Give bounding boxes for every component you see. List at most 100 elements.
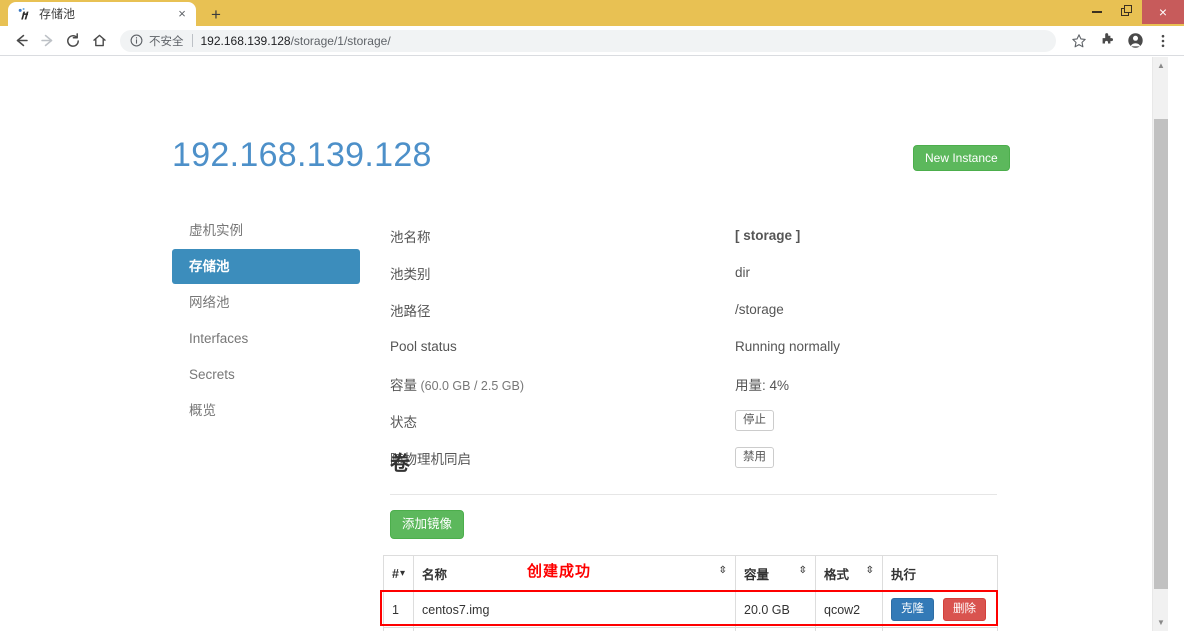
browser-menu-icon[interactable] <box>1150 28 1176 54</box>
detail-value-state: 停止 <box>735 409 998 432</box>
browser-tab[interactable]: 存储池 × <box>8 2 196 26</box>
column-header-number-label: # <box>392 566 399 581</box>
detail-row-pool-path: 池路径 /storage <box>390 291 998 328</box>
scroll-down-icon[interactable]: ▼ <box>1153 614 1169 631</box>
table-row: 2 CentOS-7-x86_64-Minimal-1908.iso 942.0… <box>383 627 998 631</box>
close-icon[interactable]: × <box>174 6 190 22</box>
table-header-row: # ▾ 名称 ⇳ 容量 ⇳ 格式 ⇳ 执行 <box>383 555 998 592</box>
sidebar-item-interfaces[interactable]: Interfaces <box>172 321 360 356</box>
detail-label: 池类别 <box>390 266 431 282</box>
column-header-number[interactable]: # ▾ <box>383 555 414 592</box>
close-window-button[interactable]: × <box>1142 0 1184 24</box>
page-content: 192.168.139.128 New Instance 虚机实例 存储池 网络… <box>0 57 1168 631</box>
tab-title: 存储池 <box>39 7 76 21</box>
column-header-capacity[interactable]: 容量 ⇳ <box>735 555 816 592</box>
column-header-actions: 执行 <box>882 555 998 592</box>
detail-row-pool-type: 池类别 dir <box>390 254 998 291</box>
capacity-label: 容量 <box>390 377 417 393</box>
minimize-button[interactable] <box>1082 0 1112 24</box>
sidebar-item-secrets[interactable]: Secrets <box>172 357 360 392</box>
back-icon[interactable] <box>8 28 34 54</box>
cell-number: 1 <box>383 591 414 628</box>
detail-label: 随物理机同启 <box>390 451 471 467</box>
browser-window: 存储池 × + × 不安全 192.168.139.128/storage/1/… <box>0 0 1184 631</box>
info-icon[interactable] <box>130 34 143 47</box>
url-path: /storage/1/storage/ <box>290 33 391 48</box>
column-header-format-label: 格式 <box>824 568 850 582</box>
scroll-up-icon[interactable]: ▲ <box>1153 57 1169 74</box>
detail-label: 容量 (60.0 GB / 2.5 GB) <box>390 374 735 394</box>
profile-icon[interactable] <box>1122 28 1148 54</box>
scrollbar-thumb[interactable] <box>1154 119 1168 589</box>
new-tab-button[interactable]: + <box>203 4 229 26</box>
cell-capacity: 942.0 MB <box>735 627 816 631</box>
volumes-divider <box>390 494 997 495</box>
sidebar-nav: 虚机实例 存储池 网络池 Interfaces Secrets 概览 <box>172 213 360 429</box>
sidebar-item-instances[interactable]: 虚机实例 <box>172 213 360 248</box>
detail-row-state: 状态 停止 <box>390 402 998 439</box>
app-favicon <box>17 7 32 22</box>
cell-format: iso <box>815 627 883 631</box>
chevron-down-icon: ▾ <box>399 567 405 579</box>
detail-value-pool-path: /storage <box>735 302 784 317</box>
omnibox-divider <box>191 34 193 47</box>
pool-details: 池名称 [ storage ] 池类别 dir 池路径 /storage Poo… <box>390 217 998 476</box>
volumes-table: # ▾ 名称 ⇳ 容量 ⇳ 格式 ⇳ 执行 1 centos7.img 20.0 GB … <box>383 555 998 631</box>
detail-value-usage: 用量: 4% <box>735 377 790 393</box>
table-row: 1 centos7.img 20.0 GB qcow2 克隆 删除 <box>383 591 998 628</box>
delete-volume-button[interactable]: 删除 <box>943 597 986 622</box>
annotation-success-text: 创建成功 <box>527 563 592 580</box>
restore-button[interactable] <box>1112 0 1142 24</box>
detail-label: 池名称 <box>390 229 431 245</box>
close-window-icon: × <box>1158 4 1168 20</box>
new-instance-button[interactable]: New Instance <box>913 145 1010 171</box>
column-header-actions-label: 执行 <box>891 568 917 582</box>
add-image-button[interactable]: 添加镜像 <box>390 510 465 539</box>
column-header-capacity-label: 容量 <box>744 568 770 582</box>
cell-actions: 克隆删除 <box>882 591 998 628</box>
cell-capacity: 20.0 GB <box>735 591 816 628</box>
detail-value-pool-name: [ storage ] <box>735 228 801 243</box>
url-host: 192.168.139.128 <box>200 33 291 48</box>
detail-label: 状态 <box>390 414 417 430</box>
puzzle-icon[interactable] <box>1094 28 1120 54</box>
detail-value-autostart: 禁用 <box>735 446 998 469</box>
url-text: 192.168.139.128/storage/1/storage/ <box>201 34 391 48</box>
cell-number: 2 <box>383 627 414 631</box>
window-controls: × <box>1082 0 1184 24</box>
home-icon[interactable] <box>86 28 112 54</box>
disable-autostart-button[interactable]: 禁用 <box>735 446 774 469</box>
detail-row-autostart: 随物理机同启 禁用 <box>390 439 998 476</box>
bookmark-star-icon[interactable] <box>1066 28 1092 54</box>
tab-strip: 存储池 × + × <box>0 0 1184 26</box>
cell-volume-name: CentOS-7-x86_64-Minimal-1908.iso <box>413 627 736 631</box>
sort-icon: ⇳ <box>865 565 874 576</box>
detail-row-pool-name: 池名称 [ storage ] <box>390 217 998 254</box>
capacity-sublabel: (60.0 GB / 2.5 GB) <box>417 378 524 393</box>
cell-format: qcow2 <box>815 591 883 628</box>
column-header-name-label: 名称 <box>422 568 448 582</box>
sort-icon: ⇳ <box>718 565 727 576</box>
detail-label: 池路径 <box>390 303 431 319</box>
reload-icon[interactable] <box>60 28 86 54</box>
volumes-heading: 卷 <box>390 453 410 475</box>
browser-toolbar: 不安全 192.168.139.128/storage/1/storage/ <box>0 26 1184 56</box>
volumes-table-head: # ▾ 名称 ⇳ 容量 ⇳ 格式 ⇳ 执行 <box>383 555 998 592</box>
address-bar[interactable]: 不安全 192.168.139.128/storage/1/storage/ <box>120 29 1056 52</box>
cell-actions: 克隆删除 <box>882 627 998 631</box>
column-header-format[interactable]: 格式 ⇳ <box>815 555 883 592</box>
stop-pool-button[interactable]: 停止 <box>735 409 774 432</box>
page-title: 192.168.139.128 <box>172 136 432 174</box>
detail-value-pool-status: Running normally <box>735 339 841 354</box>
sidebar-item-overview[interactable]: 概览 <box>172 393 360 428</box>
sidebar-item-storage-pools[interactable]: 存储池 <box>172 249 360 284</box>
clone-volume-button[interactable]: 克隆 <box>891 597 934 622</box>
page-scrollbar[interactable]: ▲ ▼ <box>1152 57 1168 631</box>
security-warning-label: 不安全 <box>149 35 184 48</box>
page-header <box>0 57 1168 139</box>
detail-row-capacity: 容量 (60.0 GB / 2.5 GB) 用量: 4% <box>390 365 998 402</box>
page-viewport: 192.168.139.128 New Instance 虚机实例 存储池 网络… <box>0 57 1184 631</box>
sidebar-item-network-pools[interactable]: 网络池 <box>172 285 360 320</box>
forward-icon[interactable] <box>34 28 60 54</box>
cell-volume-name: centos7.img <box>413 591 736 628</box>
